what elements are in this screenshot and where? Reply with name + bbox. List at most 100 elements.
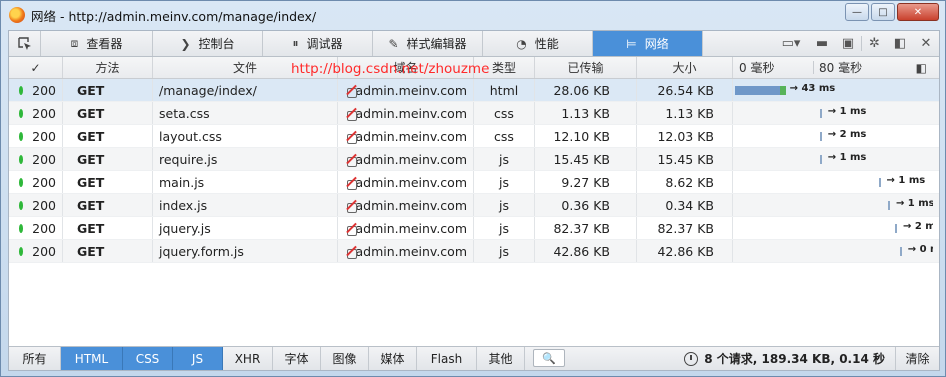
filter-button[interactable]: 所有 [9,347,61,370]
insecure-lock-icon [344,244,356,259]
type-cell: js [474,217,535,239]
waterfall-cell: → 1 ms [733,194,933,216]
filter-button[interactable]: Flash [417,347,477,370]
size-cell: 26.54 KB [637,79,733,101]
minimize-button[interactable]: — [845,3,869,21]
responsive-design-icon[interactable]: ▭▾ [773,36,809,51]
size-cell: 8.62 KB [637,171,733,193]
waterfall-cell: → 1 ms [733,171,933,193]
maximize-button[interactable]: □ [871,3,895,21]
request-row[interactable]: 200 GET layout.css admin.meinv.com css 12.10 … [9,125,939,148]
request-row[interactable]: 200 GET/manage/index/admin.meinv.com html 2… [9,79,939,102]
title-bar: 网络 - http://admin.meinv.com/manage/index… [1,1,945,29]
column-type[interactable]: 类型 [474,57,535,78]
status-cell: 200 [9,217,63,239]
close-devtools-icon[interactable]: ✕ [913,36,939,51]
domain-text: admin.meinv.com [355,128,468,144]
column-transferred[interactable]: 已传输 [535,57,637,78]
insecure-lock-icon [344,106,356,121]
waterfall-bar [735,86,786,95]
timeline-tick-0: 0 毫秒 [739,61,775,75]
tool-tabs: ⧈ 查看器 ❯ 控制台 ⏸ 调试器 ✎ 样式编辑器 ◔ 性能 ⊨ 网络 [41,31,703,56]
search-icon: 🔍 [542,351,556,365]
tab-debugger[interactable]: ⏸ 调试器 [263,31,373,56]
waterfall-timing-label: → 0 ms [907,244,933,255]
devtools-panel: ⧈ 查看器 ❯ 控制台 ⏸ 调试器 ✎ 样式编辑器 ◔ 性能 ⊨ 网络 ▭▾ ▬ ▣ ✲ ◧ ✕ ✓ 方法 文件… [8,30,940,371]
status-ok-icon [19,108,24,118]
screenshot-icon[interactable]: ▣ [835,36,861,51]
tab-style-editor[interactable]: ✎ 样式编辑器 [373,31,483,56]
filter-button[interactable]: 字体 [273,347,321,370]
tab-console[interactable]: ❯ 控制台 [153,31,263,56]
domain-cell: admin.meinv.com [338,194,474,216]
request-row[interactable]: 200 GET seta.css admin.meinv.com css 1.13 KB 1… [9,102,939,125]
type-cell: css [474,125,535,147]
file-cell: layout.css [153,125,338,147]
domain-cell: admin.meinv.com [338,79,474,101]
filter-button[interactable]: XHR [223,347,273,370]
request-row[interactable]: 200 GET require.js admin.meinv.com js 15.45 K… [9,148,939,171]
filter-button[interactable]: CSS [123,347,173,370]
style-editor-icon: ✎ [388,36,399,51]
filter-button[interactable]: 媒体 [369,347,417,370]
collapse-sidebar-icon[interactable]: ◧ [916,61,927,75]
tab-performance[interactable]: ◔ 性能 [483,31,593,56]
element-picker-button[interactable] [9,31,41,56]
waterfall-timing-label: → 2 ms [903,221,933,232]
request-row[interactable]: 200 GET index.js admin.meinv.com js 0.36 KB 0.… [9,194,939,217]
filter-button[interactable]: JS [173,347,223,370]
request-row[interactable]: 200 GET jquery.js admin.meinv.com js 82.37 KB… [9,217,939,240]
waterfall-cell: → 0 ms [733,240,933,262]
type-cell: js [474,240,535,262]
tab-inspector[interactable]: ⧈ 查看器 [41,31,153,56]
filter-button[interactable]: HTML [61,347,123,370]
window-title: 网络 - http://admin.meinv.com/manage/index… [31,8,317,24]
filter-button[interactable]: 其他 [477,347,525,370]
search-filter-input[interactable]: 🔍 [533,349,565,367]
status-code: 200 [32,151,56,167]
domain-cell: admin.meinv.com [338,217,474,239]
settings-gear-icon[interactable]: ✲ [861,36,887,51]
console-icon: ❯ [180,36,191,51]
firefox-icon [9,7,25,23]
status-ok-icon [19,200,24,210]
column-timeline[interactable]: 0 毫秒 80 毫秒 ◧ [733,57,933,78]
transferred-cell: 15.45 KB [535,148,637,170]
dock-side-icon[interactable]: ◧ [887,36,913,51]
insecure-lock-icon [344,83,356,98]
column-size[interactable]: 大小 [637,57,733,78]
status-cell: 200 [9,194,63,216]
status-ok-icon [19,177,24,187]
transferred-cell: 12.10 KB [535,125,637,147]
type-filters: 所有 HTML CSS JS XHR 字体 图像 媒体 Flash 其他 [9,347,525,370]
waterfall-timing-label: → 43 ms [789,83,836,94]
debugger-icon: ⏸ [292,36,299,50]
domain-cell: admin.meinv.com [338,148,474,170]
request-table-header: ✓ 方法 文件 域名 类型 已传输 大小 0 毫秒 80 毫秒 ◧ [9,57,939,79]
request-row[interactable]: 200 GET jquery.form.js admin.meinv.com js 42.… [9,240,939,263]
method-cell: GET [63,79,153,101]
size-cell: 12.03 KB [637,125,733,147]
type-cell: js [474,194,535,216]
domain-text: admin.meinv.com [355,151,468,167]
clear-button[interactable]: 清除 [895,347,939,370]
waterfall-cell: → 2 ms [733,217,933,239]
column-status[interactable]: ✓ [9,57,63,78]
column-domain[interactable]: 域名 [338,57,474,78]
column-method[interactable]: 方法 [63,57,153,78]
tab-network[interactable]: ⊨ 网络 [593,31,703,56]
request-row[interactable]: 200 GET main.js admin.meinv.com js 9.27 KB 8.6… [9,171,939,194]
waterfall-timing-label: → 1 ms [827,106,867,117]
file-cell: index.js [153,194,338,216]
filter-button[interactable]: 图像 [321,347,369,370]
status-cell: 200 [9,125,63,147]
status-ok-icon [19,85,24,95]
method-cell: GET [63,125,153,147]
request-list: 200 GET/manage/index/admin.meinv.com html 2… [9,79,939,263]
close-button[interactable]: ✕ [897,3,939,21]
scratchpad-icon[interactable]: ▬ [809,36,835,51]
size-cell: 1.13 KB [637,102,733,124]
column-file[interactable]: 文件 [153,57,338,78]
waterfall-timing-label: → 2 ms [827,129,867,140]
transferred-cell: 1.13 KB [535,102,637,124]
